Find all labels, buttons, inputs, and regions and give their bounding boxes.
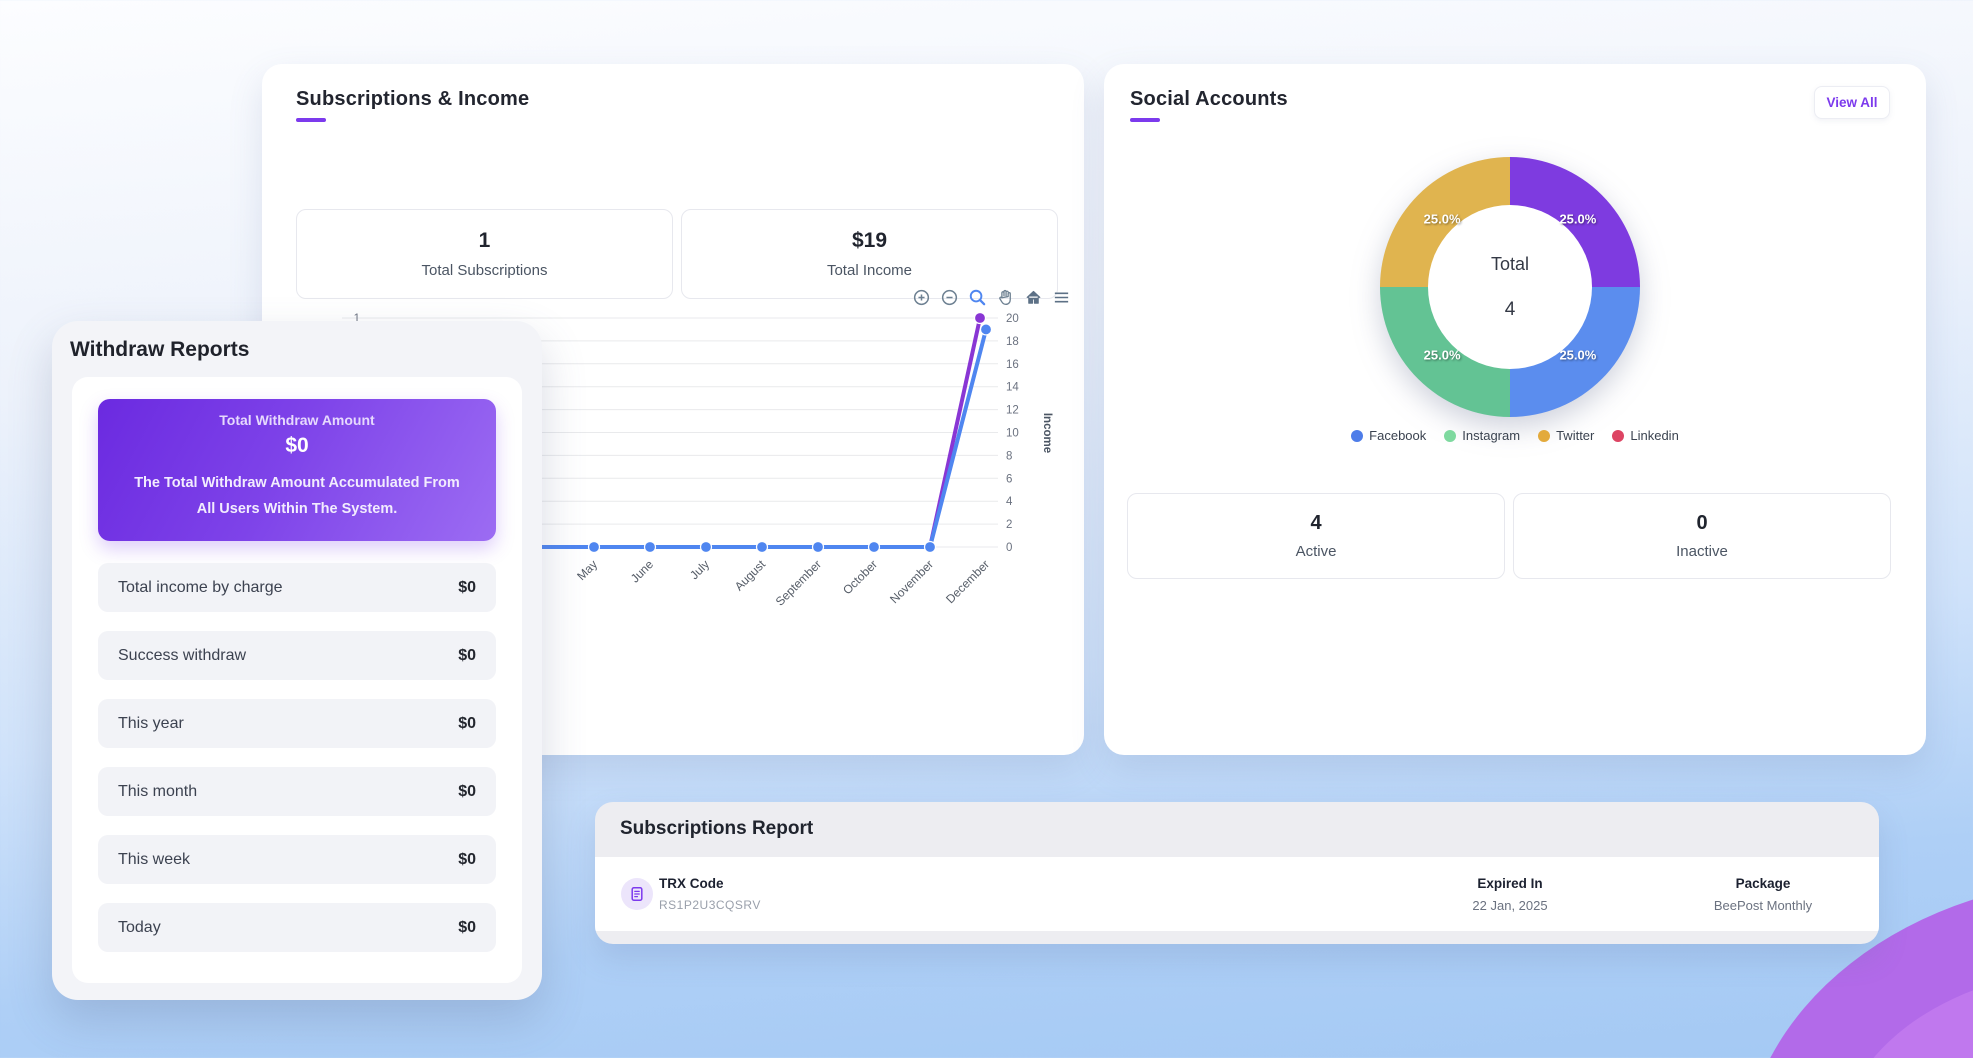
svg-text:June: June xyxy=(628,557,657,586)
total-subscriptions-label: Total Subscriptions xyxy=(422,262,548,279)
donut-slice-label: 25.0% xyxy=(1424,347,1461,362)
inactive-accounts-label: Inactive xyxy=(1676,543,1728,560)
svg-text:December: December xyxy=(943,557,992,606)
view-all-button[interactable]: View All xyxy=(1814,86,1890,119)
svg-text:2: 2 xyxy=(1006,519,1012,531)
svg-text:0: 0 xyxy=(1006,542,1012,554)
svg-text:12: 12 xyxy=(1006,405,1019,417)
total-income-label: Total Income xyxy=(827,262,912,279)
donut-center-title: Total xyxy=(1491,254,1529,275)
facebook-legend-dot xyxy=(1351,430,1363,442)
svg-text:Income: Income xyxy=(1041,413,1053,453)
total-withdraw-highlight: Total Withdraw Amount $0 The Total Withd… xyxy=(98,399,496,541)
subscriptions-report-card: Subscriptions Report TRX Code RS1P2U3CQS… xyxy=(595,802,1879,944)
svg-text:October: October xyxy=(840,557,880,597)
donut-slice-label: 25.0% xyxy=(1559,212,1596,227)
svg-text:16: 16 xyxy=(1006,359,1019,371)
social-accounts-donut-chart[interactable]: Total 4 25.0% 25.0% 25.0% 25.0% xyxy=(1380,157,1640,417)
linkedin-legend-dot xyxy=(1612,430,1624,442)
svg-text:10: 10 xyxy=(1006,428,1019,440)
legend-item-linkedin[interactable]: Linkedin xyxy=(1612,428,1678,443)
social-accounts-title: Social Accounts xyxy=(1130,88,1288,111)
active-accounts-value: 4 xyxy=(1310,512,1321,535)
total-income-value: $19 xyxy=(852,229,887,253)
donut-legend: Facebook Instagram Twitter Linkedin xyxy=(1104,428,1926,443)
withdraw-reports-card: Withdraw Reports Total Withdraw Amount $… xyxy=(52,321,542,1000)
withdraw-row-this-year: This year $0 xyxy=(98,699,496,748)
donut-slice-label: 25.0% xyxy=(1424,212,1461,227)
svg-text:September: September xyxy=(773,557,824,608)
package-value: BeePost Monthly xyxy=(1714,898,1812,913)
subscriptions-income-header: Subscriptions & Income xyxy=(296,88,529,122)
inactive-accounts-value: 0 xyxy=(1696,512,1707,535)
donut-slice-label: 25.0% xyxy=(1559,347,1596,362)
trx-document-icon xyxy=(621,878,653,910)
subscriptions-report-title: Subscriptions Report xyxy=(620,818,813,840)
twitter-legend-dot xyxy=(1538,430,1550,442)
active-accounts-stat: 4 Active xyxy=(1127,493,1505,579)
trx-code-value: RS1P2U3CQSRV xyxy=(659,898,761,912)
social-accounts-card: Social Accounts View All Total 4 25.0% 25… xyxy=(1104,64,1926,755)
donut-center: Total 4 xyxy=(1428,205,1592,369)
active-accounts-label: Active xyxy=(1296,543,1337,560)
title-accent-bar xyxy=(296,118,326,122)
expired-in-column: Expired In 22 Jan, 2025 xyxy=(1435,857,1585,931)
svg-text:November: November xyxy=(887,557,936,606)
expired-in-value: 22 Jan, 2025 xyxy=(1472,898,1547,913)
withdraw-row-this-week: This week $0 xyxy=(98,835,496,884)
legend-item-instagram[interactable]: Instagram xyxy=(1444,428,1520,443)
svg-text:20: 20 xyxy=(1006,313,1019,325)
svg-text:May: May xyxy=(574,557,600,583)
donut-center-value: 4 xyxy=(1505,299,1516,321)
trx-code-column: TRX Code RS1P2U3CQSRV xyxy=(659,857,761,931)
withdraw-row-this-month: This month $0 xyxy=(98,767,496,816)
svg-text:6: 6 xyxy=(1006,473,1012,485)
withdraw-reports-body: Total Withdraw Amount $0 The Total Withd… xyxy=(72,377,522,983)
svg-text:July: July xyxy=(687,557,712,582)
subscriptions-income-title: Subscriptions & Income xyxy=(296,88,529,111)
total-subscriptions-stat: 1 Total Subscriptions xyxy=(296,209,673,299)
legend-item-twitter[interactable]: Twitter xyxy=(1538,428,1594,443)
svg-text:14: 14 xyxy=(1006,382,1019,394)
total-withdraw-amount: $0 xyxy=(98,434,496,458)
withdraw-reports-title: Withdraw Reports xyxy=(70,338,249,362)
subscription-table-row[interactable]: TRX Code RS1P2U3CQSRV Expired In 22 Jan,… xyxy=(595,857,1879,931)
svg-text:August: August xyxy=(732,557,769,594)
svg-text:8: 8 xyxy=(1006,450,1012,462)
total-withdraw-title: Total Withdraw Amount xyxy=(98,412,496,428)
title-accent-bar xyxy=(1130,118,1160,122)
withdraw-row-today: Today $0 xyxy=(98,903,496,952)
withdraw-row-success-withdraw: Success withdraw $0 xyxy=(98,631,496,680)
legend-item-facebook[interactable]: Facebook xyxy=(1351,428,1426,443)
total-income-stat: $19 Total Income xyxy=(681,209,1058,299)
svg-text:4: 4 xyxy=(1006,496,1013,508)
total-subscriptions-value: 1 xyxy=(479,229,491,253)
svg-text:18: 18 xyxy=(1006,336,1019,348)
package-column: Package BeePost Monthly xyxy=(1678,857,1848,931)
instagram-legend-dot xyxy=(1444,430,1456,442)
inactive-accounts-stat: 0 Inactive xyxy=(1513,493,1891,579)
withdraw-row-total-income-by-charge: Total income by charge $0 xyxy=(98,563,496,612)
total-withdraw-description: The Total Withdraw Amount Accumulated Fr… xyxy=(98,470,496,522)
social-accounts-header: Social Accounts xyxy=(1130,88,1288,122)
